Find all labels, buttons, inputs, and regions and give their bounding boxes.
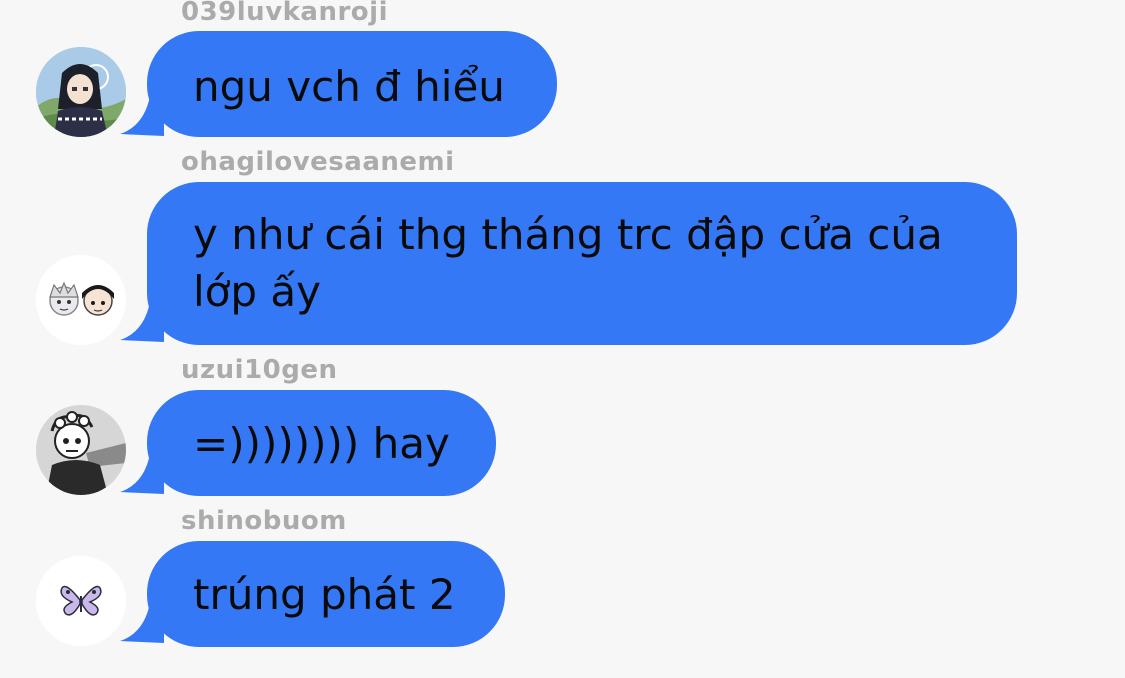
chat-thread: 039luvkanroji ngu vch đ hiểu ohagilovesa… (0, 0, 1125, 678)
sender-username[interactable]: uzui10gen (181, 355, 338, 385)
butterfly-avatar-icon[interactable] (36, 556, 126, 646)
sender-username[interactable]: shinobuom (181, 506, 347, 536)
message-bubble[interactable]: =)))))))) hay (147, 390, 496, 496)
message-bubble[interactable]: y như cái thg tháng trc đập cửa của lớp … (147, 182, 1017, 345)
message-text: trúng phát 2 (193, 570, 456, 619)
message-text: y như cái thg tháng trc đập cửa của lớp … (193, 210, 957, 316)
sender-username[interactable]: 039luvkanroji (181, 0, 388, 27)
message-bubble[interactable]: trúng phát 2 (147, 541, 505, 647)
message-text: =)))))))) hay (193, 419, 450, 468)
message-text: ngu vch đ hiểu (193, 62, 505, 111)
anime-character-avatar-icon[interactable] (36, 47, 126, 137)
message-bubble[interactable]: ngu vch đ hiểu (147, 31, 557, 137)
two-chibi-characters-avatar-icon[interactable] (36, 255, 126, 345)
manga-character-avatar-icon[interactable] (36, 405, 126, 495)
sender-username[interactable]: ohagilovesaanemi (181, 147, 455, 177)
